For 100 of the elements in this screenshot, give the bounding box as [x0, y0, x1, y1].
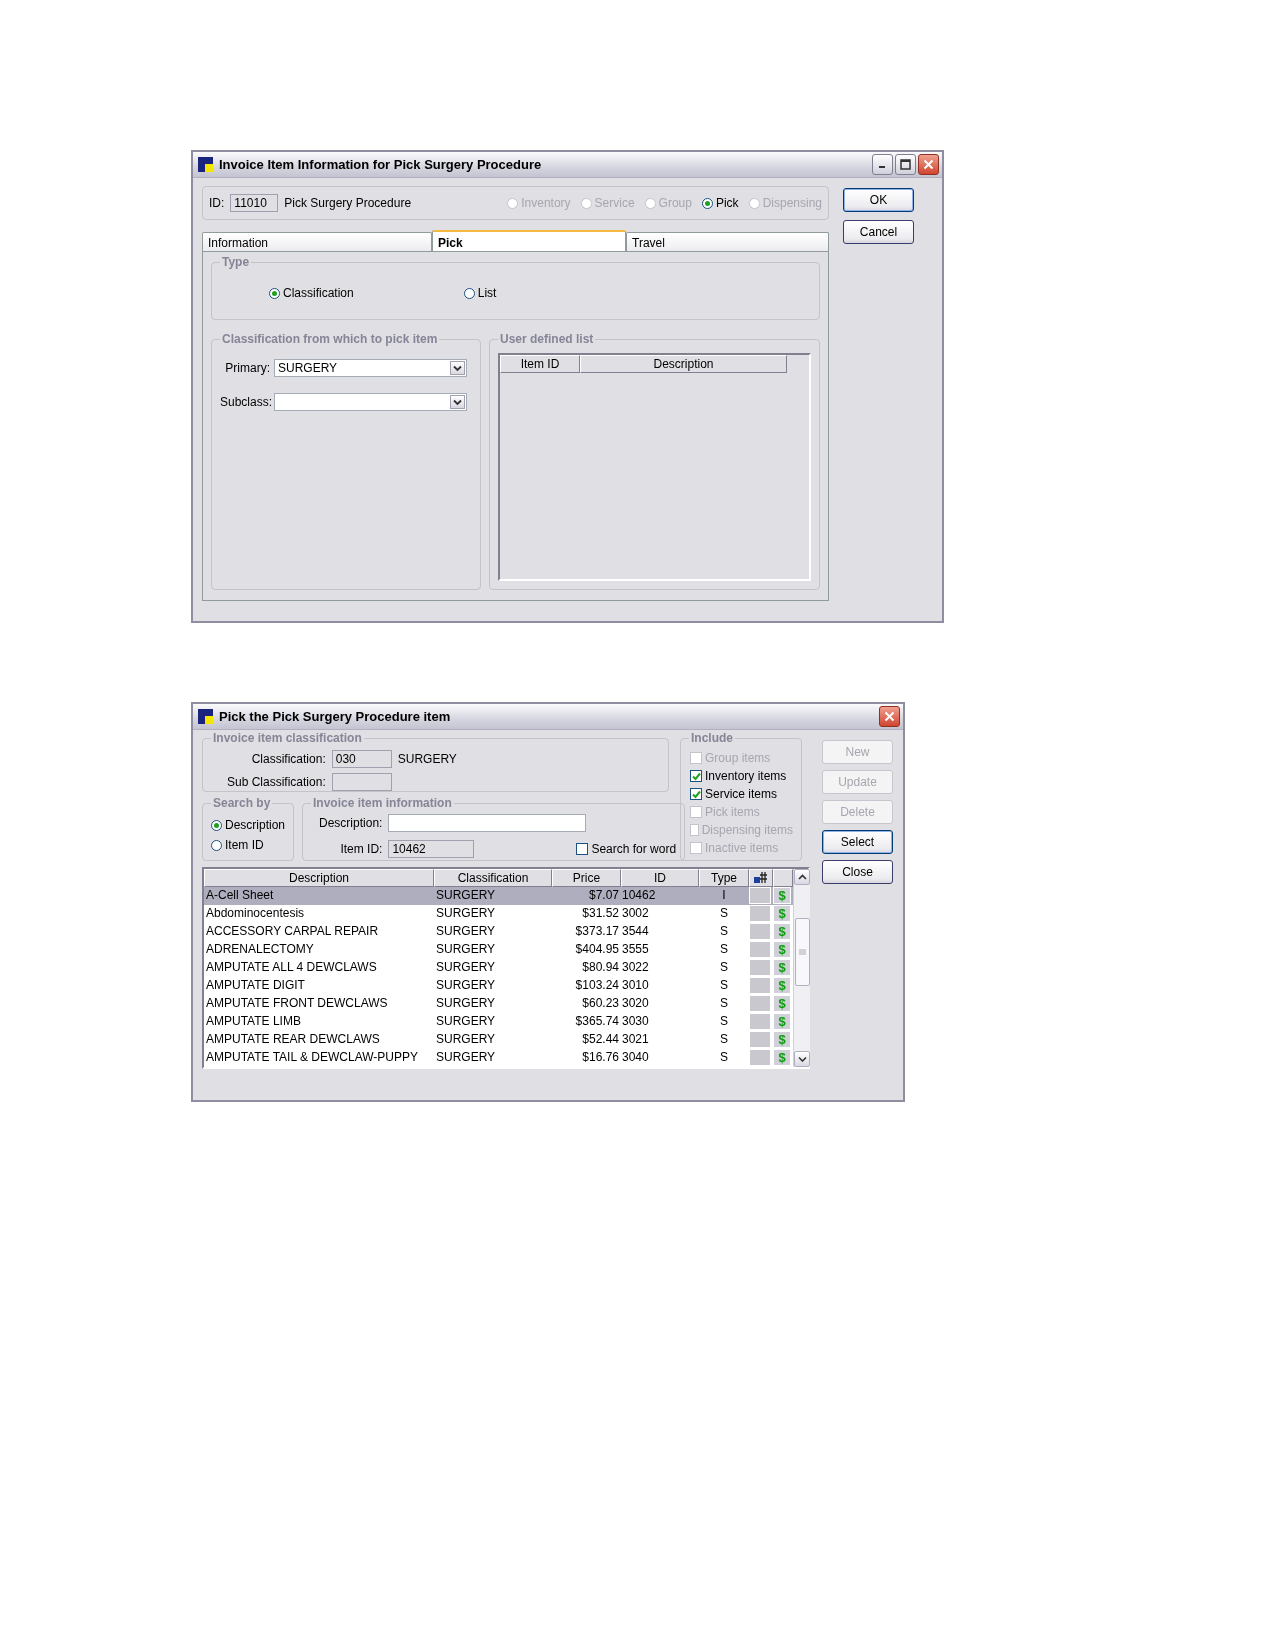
flag-cell — [749, 923, 771, 940]
flag-cell — [749, 1013, 771, 1030]
dialog-button[interactable]: Close — [822, 860, 893, 884]
checkbox[interactable]: Inventory items — [690, 769, 793, 783]
tab[interactable]: Information — [202, 232, 432, 251]
window-title: Invoice Item Information for Pick Surgery Procedure — [219, 157, 543, 172]
table-cell-text: ADRENALECTOMY — [205, 941, 315, 958]
item-id-field[interactable]: 10462 — [388, 840, 475, 858]
chevron-down-icon[interactable] — [453, 364, 462, 372]
table-cell-text: 3021 — [621, 1031, 650, 1048]
field-label: Subclass: — [220, 395, 270, 409]
price-marker: $ — [773, 977, 791, 994]
field-label: Item ID: — [340, 842, 383, 856]
table-row[interactable]: AMPUTATE TAIL & DEWCLAW-PUPPY SURGERY $16.76 3040 S $ — [204, 1049, 793, 1067]
description-field[interactable] — [388, 814, 587, 832]
flag-cell — [749, 959, 771, 976]
table-row[interactable]: AMPUTATE FRONT DEWCLAWS SURGERY $60.23 3020 S $ — [204, 995, 793, 1013]
table-cell-text: S — [719, 1031, 729, 1048]
table-cell-text: $365.74 — [574, 1013, 620, 1030]
chevron-down-icon[interactable] — [453, 398, 462, 406]
column-header[interactable]: ID — [621, 869, 699, 887]
table-cell-text: 3030 — [621, 1013, 650, 1030]
price-marker: $ — [773, 1049, 791, 1066]
column-header[interactable]: Description — [580, 355, 787, 373]
table-cell-text: A-Cell Sheet — [205, 887, 275, 904]
radio-button[interactable]: Item ID — [211, 838, 286, 852]
dialog-button[interactable]: OK — [843, 188, 914, 212]
column-header[interactable]: Type — [699, 869, 749, 887]
price-marker: $ — [773, 941, 791, 958]
close-button[interactable] — [918, 154, 939, 175]
dropdown-field[interactable] — [274, 393, 467, 411]
table-cell-text: S — [719, 1013, 729, 1030]
dialog-button[interactable]: Cancel — [843, 220, 914, 244]
group-title: Type — [220, 255, 252, 269]
flag-cell — [749, 1031, 771, 1048]
checkbox[interactable]: Service items — [690, 787, 793, 801]
table-cell-text: AMPUTATE FRONT DEWCLAWS — [205, 995, 389, 1012]
table-cell-text: AMPUTATE TAIL & DEWCLAW-PUPPY — [205, 1049, 420, 1066]
table-cell-text: S — [719, 905, 729, 922]
scrollbar[interactable] — [793, 869, 810, 1067]
flag-cell — [749, 941, 771, 958]
maximize-button[interactable] — [895, 154, 916, 175]
flag-cell — [749, 887, 771, 904]
table-row[interactable]: ADRENALECTOMY SURGERY $404.95 3555 S $ — [204, 941, 793, 959]
table-cell-text: 3544 — [621, 923, 650, 940]
price-marker: $ — [773, 1013, 791, 1030]
table-cell-text: S — [719, 959, 729, 976]
radio-button[interactable]: Description — [211, 818, 286, 832]
radio-button[interactable]: Classification — [269, 286, 354, 300]
app-icon — [198, 157, 213, 172]
group-title: User defined list — [498, 332, 596, 346]
table-cell-text: $52.44 — [581, 1031, 620, 1048]
radio-button[interactable]: List — [463, 286, 497, 300]
table-row[interactable]: AMPUTATE REAR DEWCLAWS SURGERY $52.44 3021 S $ — [204, 1031, 793, 1049]
table-cell-text: I — [721, 887, 727, 904]
table-row[interactable]: AMPUTATE LIMB SURGERY $365.74 3030 S $ — [204, 1013, 793, 1031]
maximize-icon[interactable] — [900, 159, 911, 170]
table-cell-text: 3040 — [621, 1049, 650, 1066]
table-cell-text: AMPUTATE REAR DEWCLAWS — [205, 1031, 381, 1048]
field-label: Primary: — [224, 361, 270, 375]
id-field[interactable]: 11010 — [230, 194, 279, 212]
field-label: Description: — [319, 816, 383, 830]
field-label: Sub Classification: — [227, 774, 326, 789]
dropdown-field[interactable]: SURGERY — [274, 359, 467, 377]
radio-button[interactable]: Pick — [701, 196, 739, 210]
table-row[interactable]: AMPUTATE ALL 4 DEWCLAWS SURGERY $80.94 3022 S $ — [204, 959, 793, 977]
table-cell-text: 3010 — [621, 977, 650, 994]
text-field[interactable]: 030 — [331, 749, 392, 768]
table-row[interactable]: A-Cell Sheet SURGERY $7.07 10462 I $ — [204, 887, 793, 905]
chevron-up-icon[interactable] — [797, 874, 807, 880]
chevron-down-icon[interactable] — [797, 1055, 807, 1062]
column-header[interactable]: Description — [204, 869, 434, 887]
table-row[interactable]: Abdominocentesis SURGERY $31.52 3002 S $ — [204, 905, 793, 923]
tab[interactable]: Travel — [626, 232, 829, 251]
close-icon[interactable] — [884, 711, 895, 722]
table-cell-text: SURGERY — [435, 905, 497, 922]
column-header[interactable]: Price — [552, 869, 621, 887]
table-row[interactable]: ACCESSORY CARPAL REPAIR SURGERY $373.17 3544 S $ — [204, 923, 793, 941]
table-cell-text: Abdominocentesis — [205, 905, 306, 922]
dialog-button[interactable]: Select — [822, 830, 893, 854]
tab[interactable]: Pick — [432, 230, 626, 251]
close-icon[interactable] — [923, 159, 934, 170]
table-cell-text: SURGERY — [435, 1013, 497, 1030]
column-header[interactable]: Classification — [434, 869, 552, 887]
table-cell-text: AMPUTATE ALL 4 DEWCLAWS — [205, 959, 378, 976]
table-cell-text: ACCESSORY CARPAL REPAIR — [205, 923, 380, 940]
text-field[interactable] — [331, 772, 392, 791]
scroll-thumb[interactable] — [794, 917, 810, 986]
column-header[interactable]: Item ID — [500, 355, 580, 373]
price-marker: $ — [773, 887, 791, 904]
table-cell-text: 3020 — [621, 995, 650, 1012]
column-header[interactable] — [749, 869, 773, 887]
table-cell-text: 3002 — [621, 905, 650, 922]
table-cell-text: S — [719, 995, 729, 1012]
checkbox[interactable]: Search for word — [576, 842, 677, 856]
close-button[interactable] — [879, 706, 900, 727]
table-row[interactable]: AMPUTATE DIGIT SURGERY $103.24 3010 S $ — [204, 977, 793, 995]
minimize-button[interactable] — [872, 154, 893, 175]
table-cell-text: SURGERY — [435, 977, 497, 994]
price-marker: $ — [773, 1031, 791, 1048]
